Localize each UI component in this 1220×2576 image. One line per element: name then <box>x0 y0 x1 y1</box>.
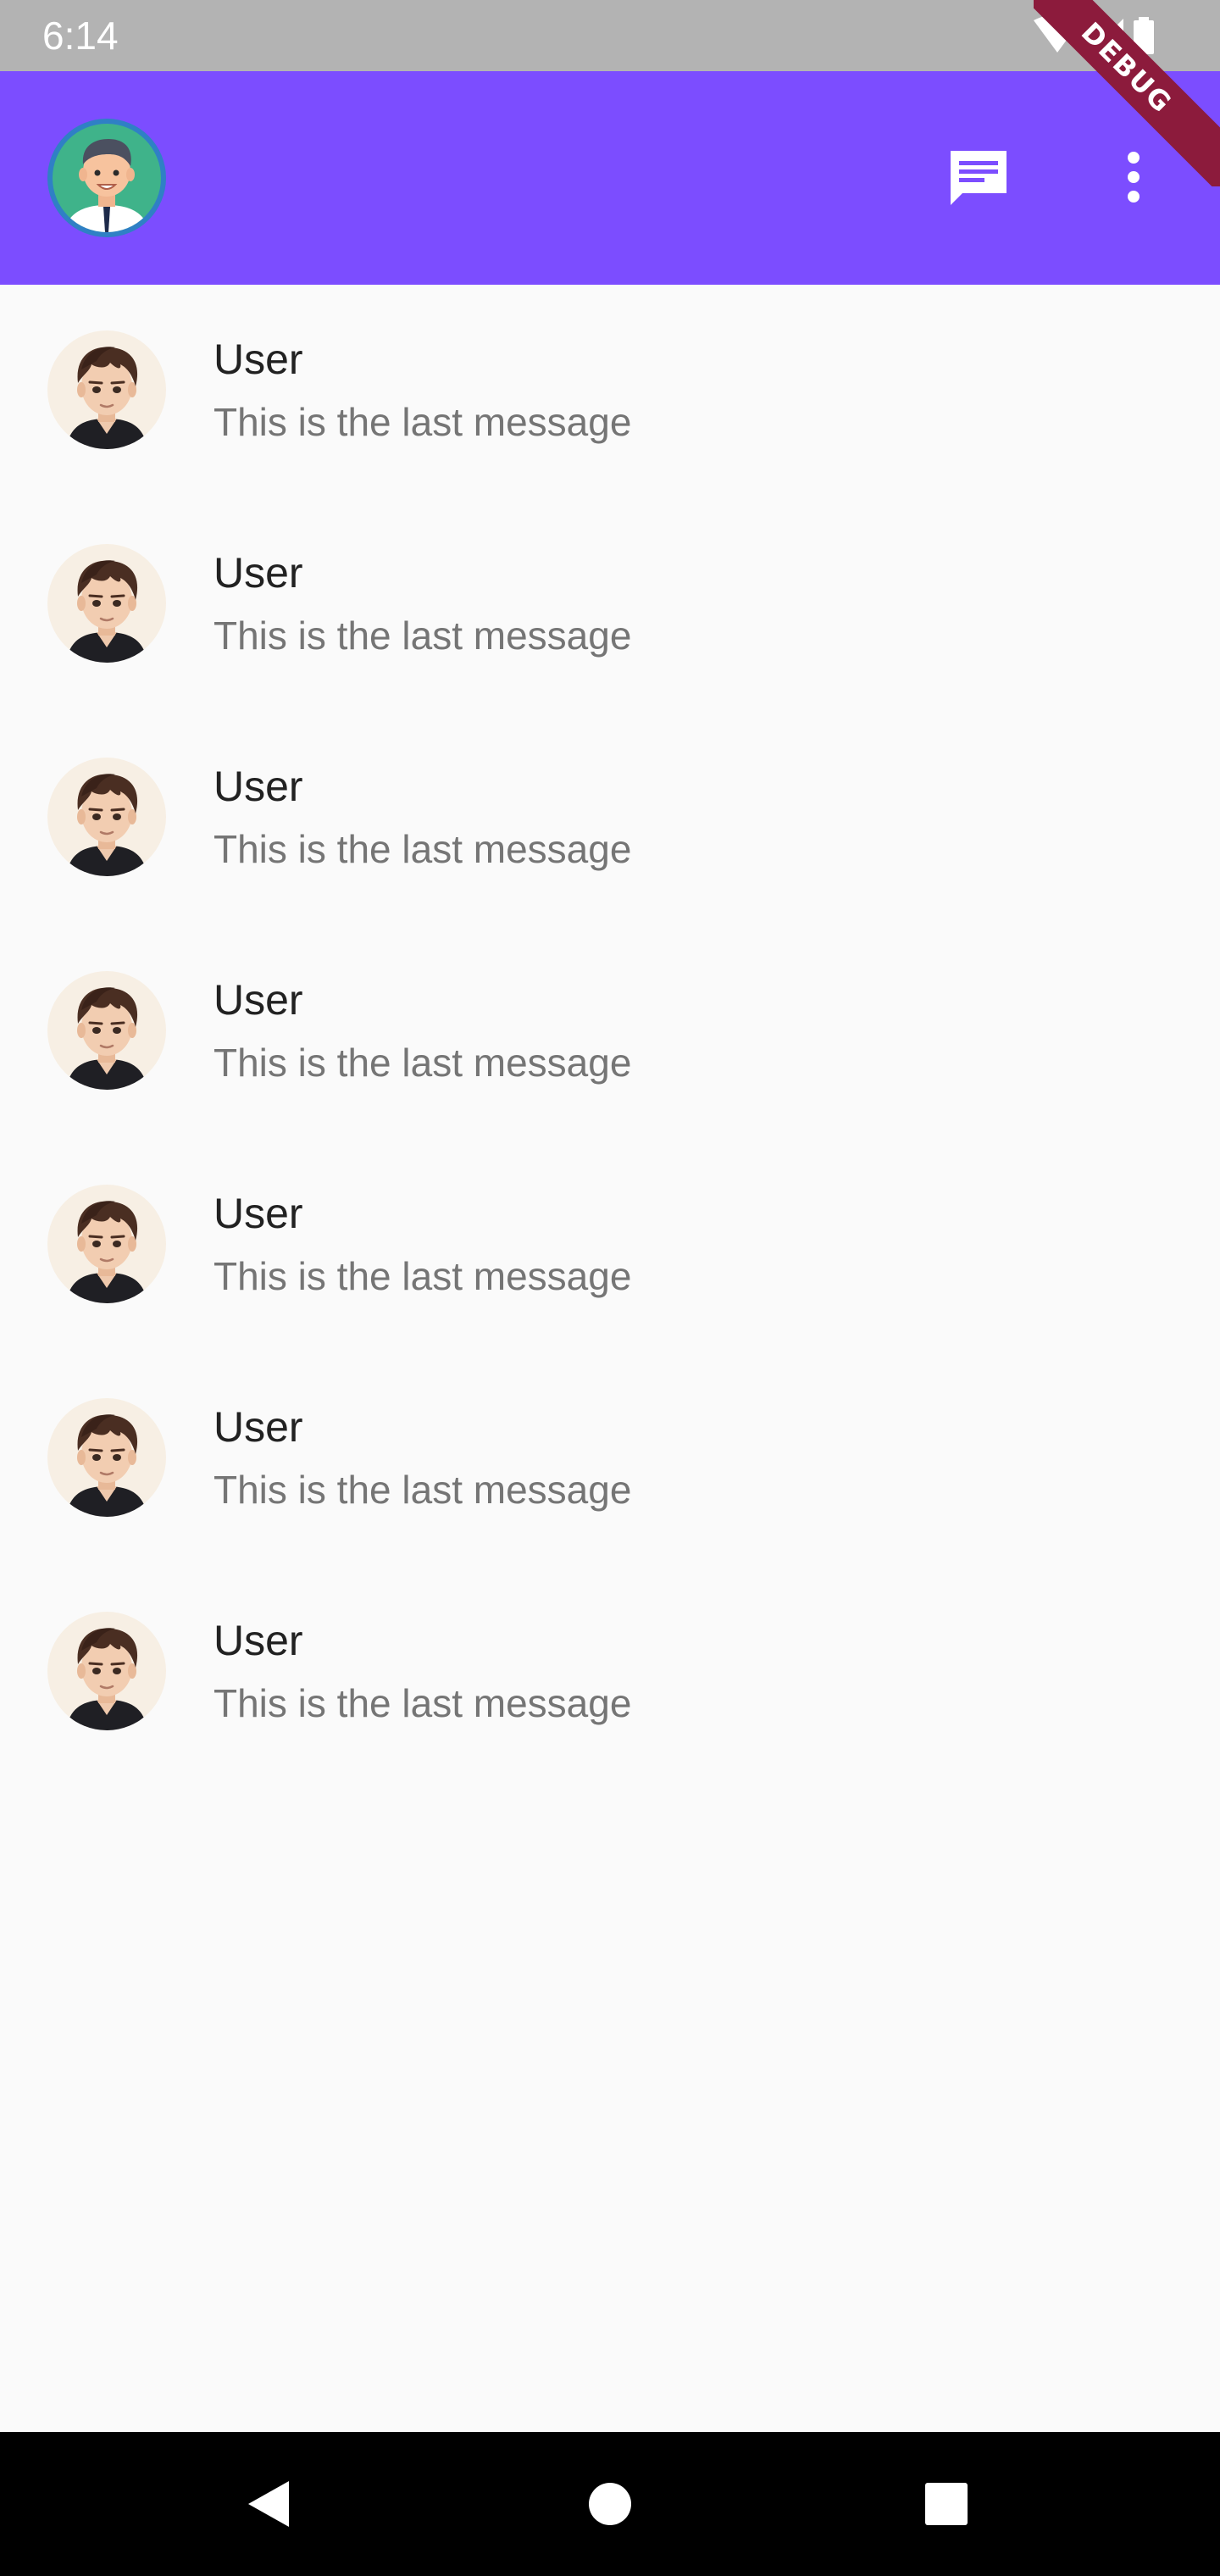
system-navigation-bar <box>0 2432 1220 2576</box>
chat-list-item[interactable]: User This is the last message <box>0 1352 1220 1566</box>
chat-list-item[interactable]: User This is the last message <box>0 1566 1220 1779</box>
chat-list-item[interactable]: User This is the last message <box>0 925 1220 1139</box>
chat-list-item[interactable]: User This is the last message <box>0 1139 1220 1352</box>
profile-avatar[interactable] <box>47 119 166 237</box>
more-options-button[interactable] <box>1101 139 1166 215</box>
home-icon <box>589 2483 631 2525</box>
chat-last-message: This is the last message <box>214 1681 632 1725</box>
chat-list-item[interactable]: User This is the last message <box>0 498 1220 712</box>
status-bar: 6:14 <box>0 0 1220 71</box>
new-chat-button[interactable] <box>940 139 1017 215</box>
user-avatar <box>47 1398 166 1517</box>
chat-list-item[interactable]: User This is the last message <box>0 285 1220 498</box>
user-avatar <box>47 1185 166 1303</box>
chat-user-name: User <box>214 763 303 810</box>
chat-last-message: This is the last message <box>214 1468 632 1512</box>
wifi-icon <box>1034 15 1081 53</box>
recents-icon <box>925 2483 968 2525</box>
chat-last-message: This is the last message <box>214 400 632 444</box>
chat-user-name: User <box>214 1403 303 1451</box>
app-bar <box>0 71 1220 285</box>
user-avatar <box>47 544 166 663</box>
chat-list-item[interactable]: User This is the last message <box>0 712 1220 925</box>
chat-user-name: User <box>214 976 303 1024</box>
chat-last-message: This is the last message <box>214 827 632 871</box>
home-button[interactable] <box>572 2466 648 2542</box>
back-button[interactable] <box>233 2466 309 2542</box>
back-icon <box>248 2481 289 2527</box>
chat-last-message: This is the last message <box>214 613 632 658</box>
signal-icon <box>1090 19 1123 53</box>
chat-last-message: This is the last message <box>214 1041 632 1085</box>
chat-user-name: User <box>214 336 303 383</box>
recents-button[interactable] <box>908 2466 984 2542</box>
status-time: 6:14 <box>42 14 119 58</box>
battery-icon <box>1134 17 1154 54</box>
chat-icon <box>951 151 1006 205</box>
status-icons <box>1034 15 1154 54</box>
chat-list: User This is the last message User This … <box>0 285 1220 1779</box>
user-avatar <box>47 758 166 876</box>
more-vert-icon <box>1128 152 1140 203</box>
user-avatar <box>47 330 166 449</box>
chat-user-name: User <box>214 549 303 597</box>
chat-last-message: This is the last message <box>214 1254 632 1298</box>
user-avatar <box>47 1612 166 1730</box>
chat-user-name: User <box>214 1190 303 1237</box>
user-avatar <box>47 971 166 1090</box>
chat-user-name: User <box>214 1617 303 1664</box>
